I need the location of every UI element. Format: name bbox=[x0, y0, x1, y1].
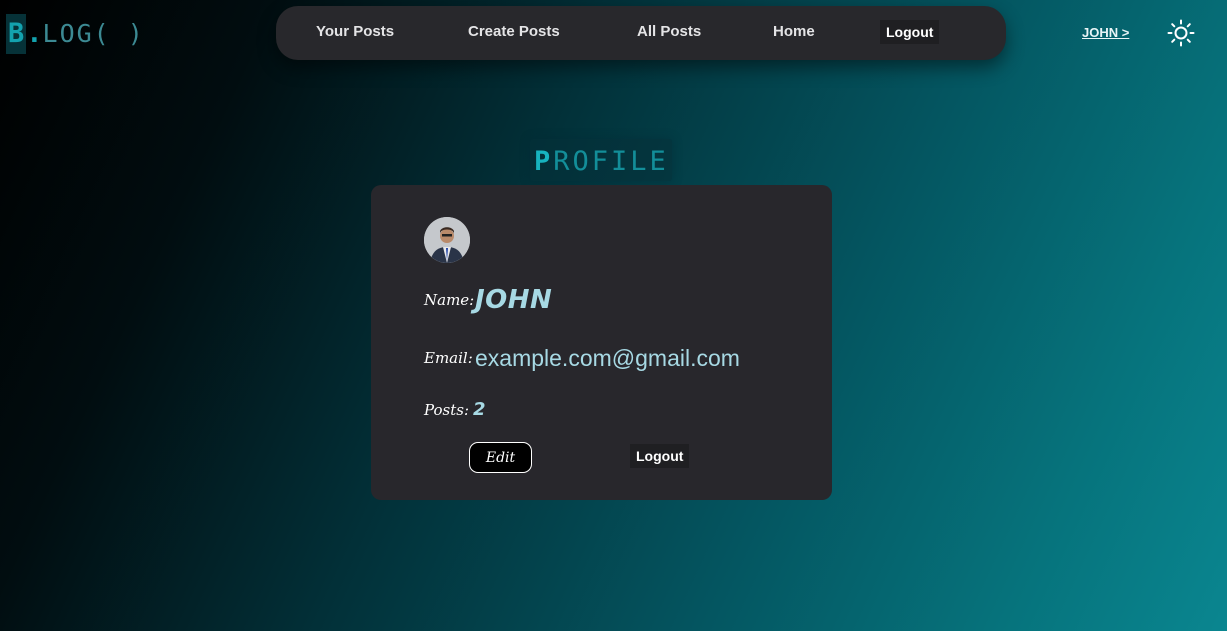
profile-heading-rest: ROFILE bbox=[553, 146, 669, 177]
nav-home[interactable]: Home bbox=[773, 23, 815, 40]
edit-profile-button[interactable]: Edit bbox=[469, 442, 532, 473]
profile-heading-first-letter: P bbox=[534, 146, 554, 177]
profile-logout-button[interactable]: Logout bbox=[630, 444, 690, 468]
site-logo[interactable]: B. LOG( ) bbox=[6, 12, 145, 54]
logo-letter-b: B bbox=[6, 14, 27, 54]
name-value: JOHN bbox=[475, 285, 553, 315]
nav-create-posts[interactable]: Create Posts bbox=[468, 23, 560, 40]
email-label: Email: bbox=[424, 349, 473, 367]
user-profile-link[interactable]: JOHN > bbox=[1082, 25, 1129, 40]
theme-toggle-button[interactable] bbox=[1166, 18, 1196, 48]
name-label: Name: bbox=[424, 291, 475, 309]
profile-card: Name: JOHN Email: example.com@gmail.com … bbox=[371, 185, 832, 500]
profile-heading: PROFILE bbox=[530, 139, 672, 181]
avatar bbox=[424, 217, 470, 263]
email-value: example.com@gmail.com bbox=[475, 345, 740, 371]
logo-dot: . bbox=[26, 18, 43, 49]
nav-all-posts[interactable]: All Posts bbox=[637, 23, 701, 40]
nav-logout-button[interactable]: Logout bbox=[880, 20, 940, 44]
top-navbar: Your Posts Create Posts All Posts Home L… bbox=[276, 6, 1006, 60]
posts-count: 2 bbox=[473, 399, 486, 420]
posts-label: Posts: bbox=[424, 401, 469, 419]
sun-icon bbox=[1167, 19, 1195, 47]
logo-text: LOG( ) bbox=[42, 19, 145, 48]
nav-your-posts[interactable]: Your Posts bbox=[316, 23, 394, 40]
